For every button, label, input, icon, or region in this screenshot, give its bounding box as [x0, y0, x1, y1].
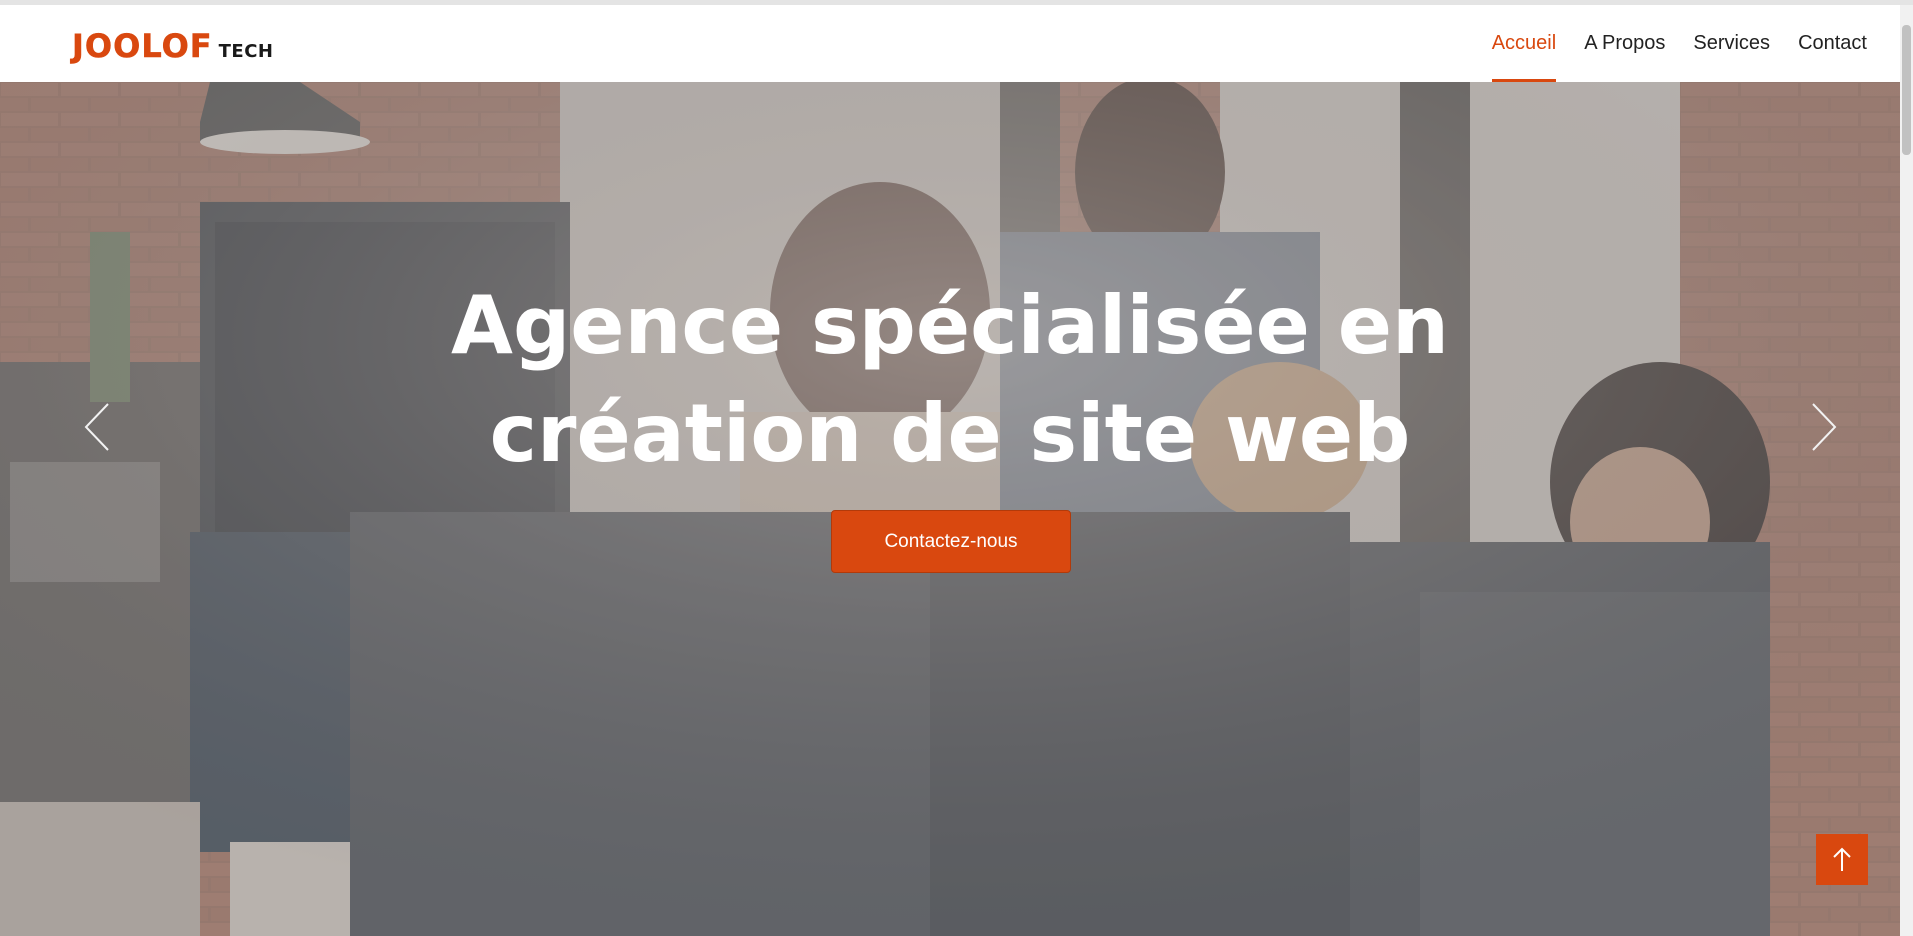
nav-item-services[interactable]: Services: [1693, 5, 1770, 82]
page: JOOLOF TECH Accueil A Propos Services Co…: [0, 0, 1913, 936]
scrollbar-thumb[interactable]: [1902, 25, 1911, 155]
logo-main-text: JOOLOF: [72, 27, 213, 65]
carousel-next-button[interactable]: [1809, 400, 1839, 454]
hero-carousel: Agence spécialisée en création de site w…: [0, 82, 1900, 936]
logo-sub-text: TECH: [218, 41, 274, 62]
hero-title-line-1: Agence spécialisée en: [451, 279, 1449, 372]
hero-overlay: [0, 82, 1900, 936]
back-to-top-button[interactable]: [1816, 834, 1868, 885]
nav-item-contact[interactable]: Contact: [1798, 5, 1867, 82]
site-header: JOOLOF TECH Accueil A Propos Services Co…: [0, 0, 1913, 82]
main-nav: Accueil A Propos Services Contact: [1491, 5, 1867, 82]
hero-title: Agence spécialisée en création de site w…: [0, 272, 1900, 488]
carousel-prev-button[interactable]: [82, 400, 112, 454]
site-logo[interactable]: JOOLOF TECH: [72, 30, 273, 66]
arrow-up-icon: [1833, 847, 1851, 871]
nav-item-a-propos[interactable]: A Propos: [1584, 5, 1665, 82]
nav-item-accueil[interactable]: Accueil: [1491, 5, 1557, 82]
hero-title-line-2: création de site web: [489, 387, 1411, 480]
page-scrollbar[interactable]: [1900, 5, 1913, 936]
contact-us-button[interactable]: Contactez-nous: [831, 510, 1071, 573]
chevron-right-icon: [1812, 403, 1837, 451]
chevron-left-icon: [84, 403, 109, 451]
